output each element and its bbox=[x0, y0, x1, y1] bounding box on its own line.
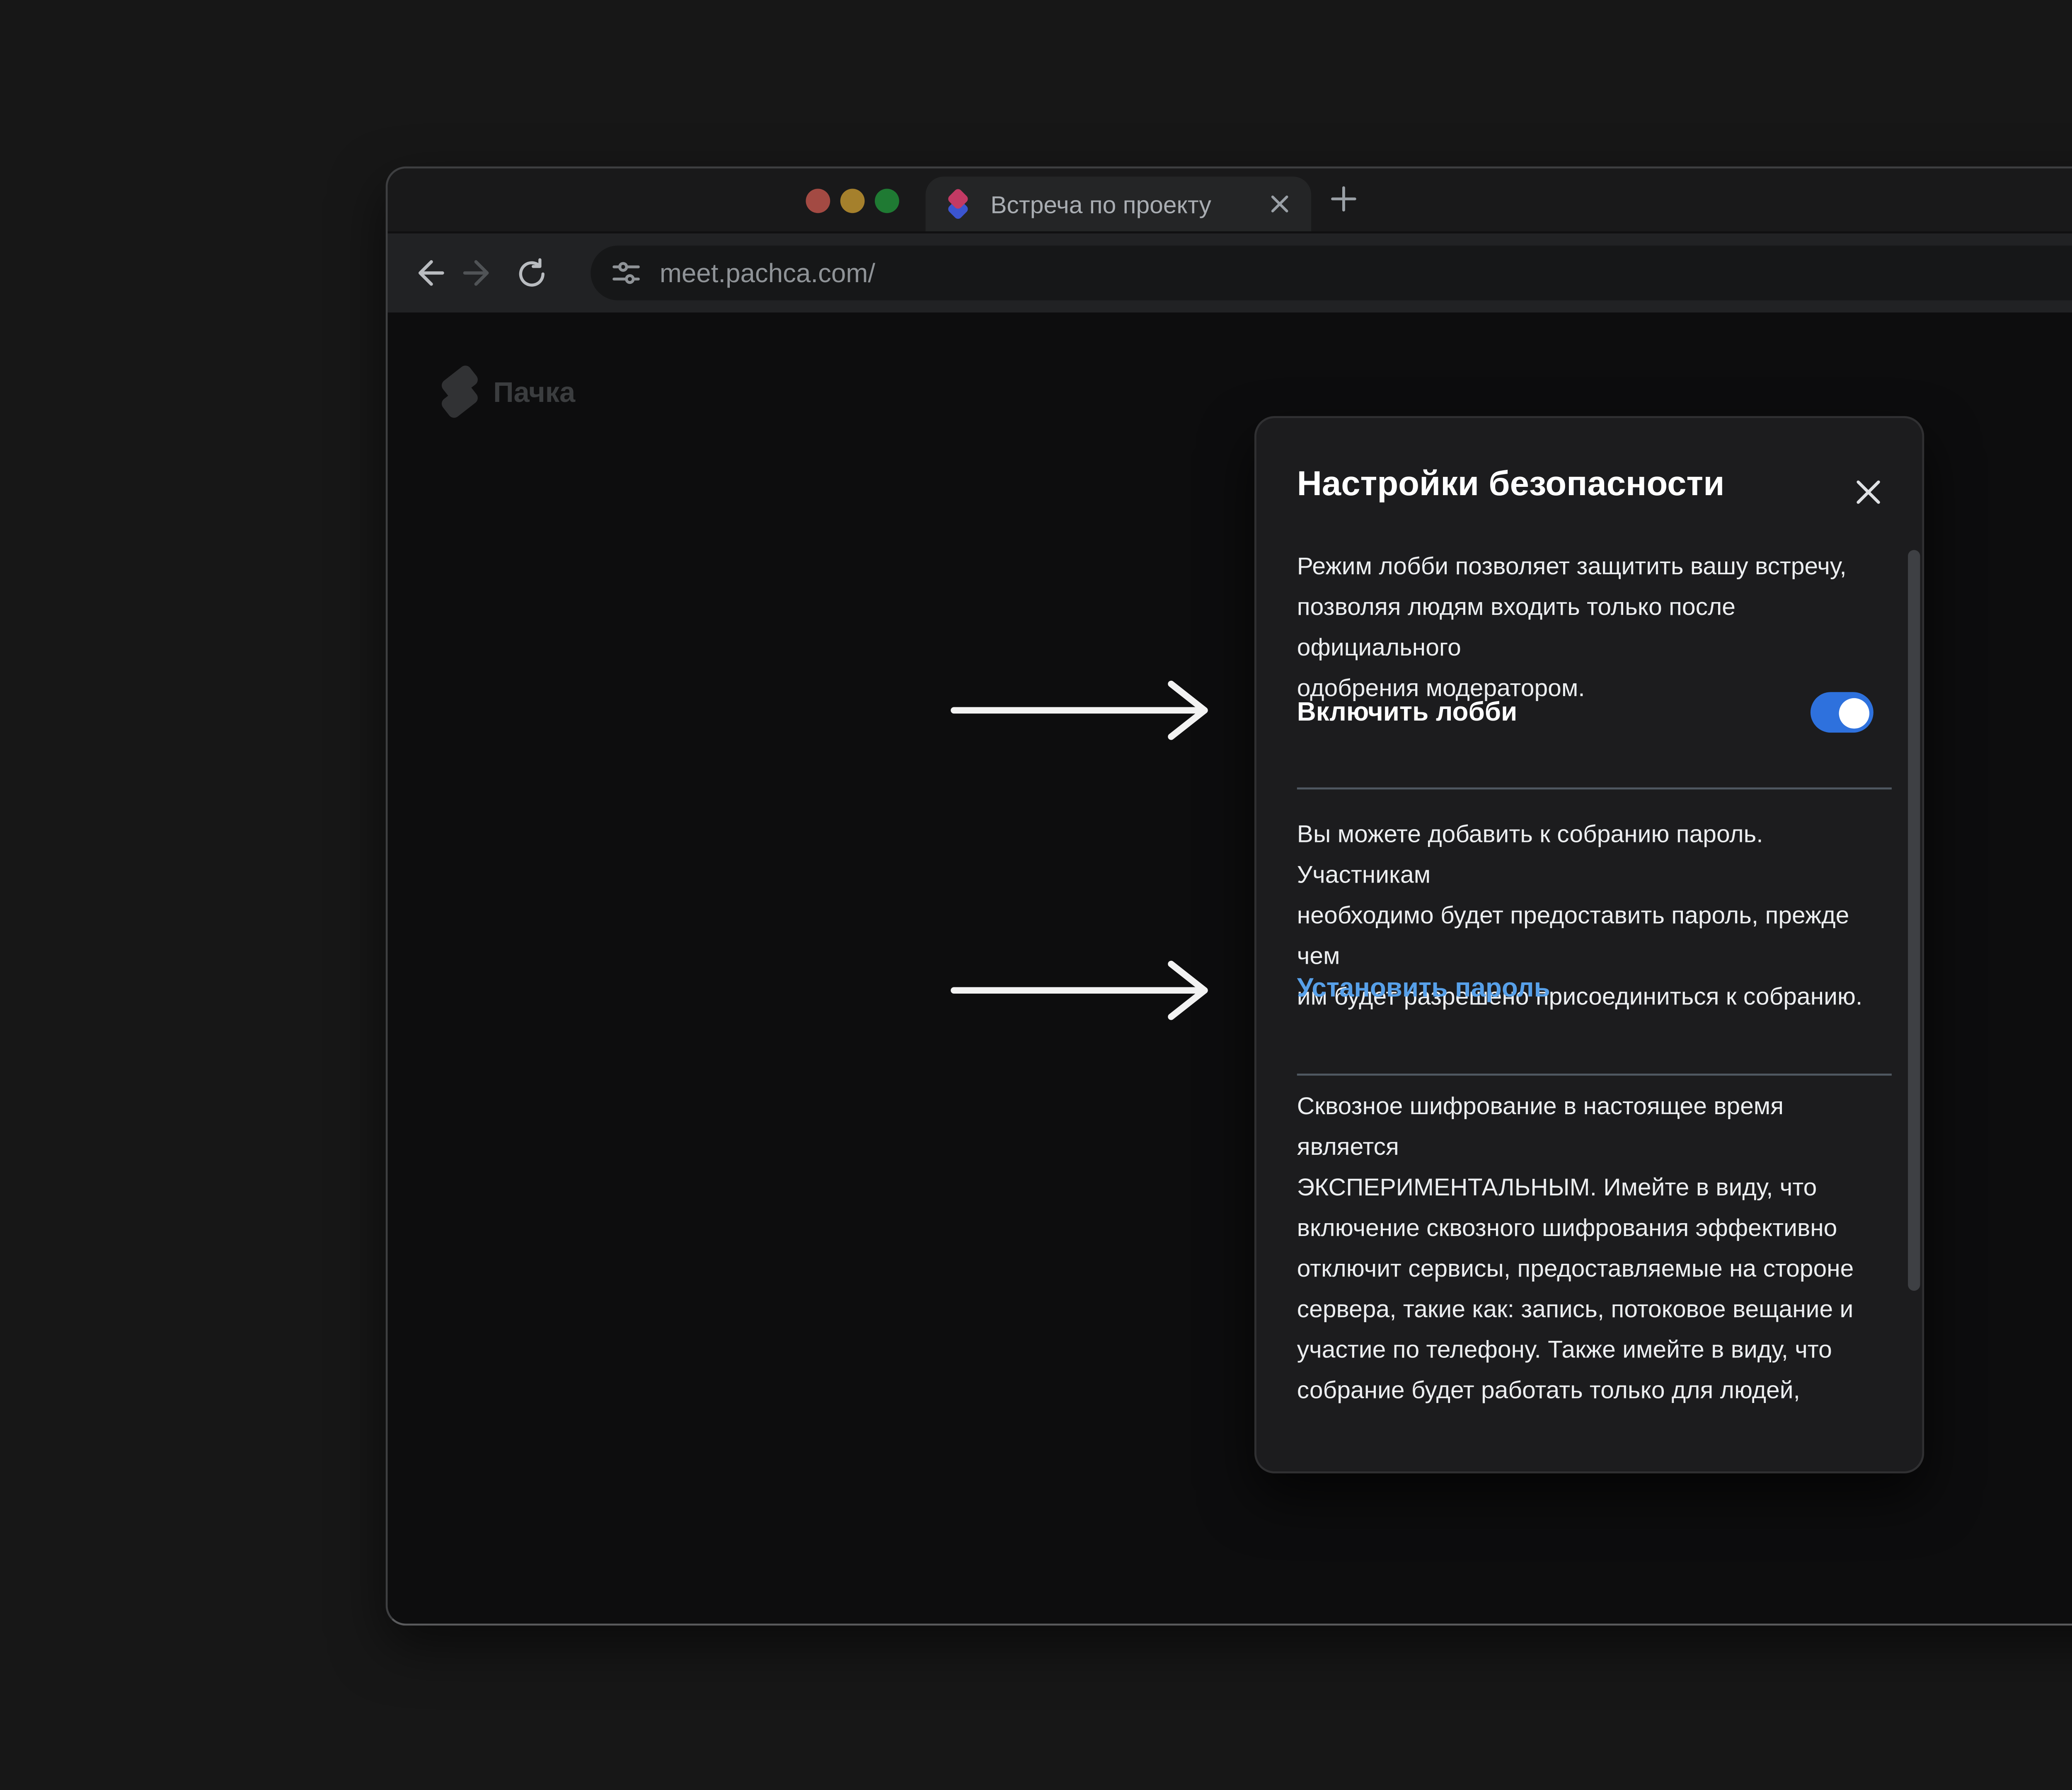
section-divider bbox=[1297, 1074, 1892, 1076]
lobby-toggle[interactable] bbox=[1811, 692, 1874, 733]
address-bar[interactable]: meet.pachca.com/ bbox=[591, 246, 2072, 300]
dialog-scroll-area: Режим лобби позволяет защитить вашу встр… bbox=[1256, 534, 1910, 1404]
lobby-toggle-label: Включить лобби bbox=[1297, 696, 1518, 726]
set-password-link[interactable]: Установить пароль bbox=[1297, 972, 1550, 1002]
back-arrow-icon bbox=[409, 256, 443, 290]
e2ee-description: Сквозное шифрование в настоящее время яв… bbox=[1256, 1086, 1849, 1404]
tab-strip: .tl{top:9.5px!important;} Встреча по про… bbox=[388, 169, 2072, 232]
dialog-close-button[interactable] bbox=[1847, 471, 1888, 511]
close-icon bbox=[1852, 476, 1882, 506]
traffic-light-zoom[interactable] bbox=[875, 188, 899, 212]
pachca-logo: Пачка bbox=[441, 368, 575, 416]
new-tab-button[interactable] bbox=[1329, 185, 1358, 213]
pachca-logo-icon bbox=[441, 368, 481, 416]
forward-button[interactable] bbox=[453, 256, 505, 290]
reload-icon bbox=[516, 257, 548, 289]
back-button[interactable] bbox=[400, 256, 453, 290]
dialog-title: Настройки безопасности bbox=[1297, 465, 1725, 506]
forward-arrow-icon bbox=[462, 256, 496, 290]
security-settings-dialog: Настройки безопасности Режим лобби позво… bbox=[1254, 416, 1924, 1473]
screenshot-root: .tl{top:9.5px!important;} Встреча по про… bbox=[0, 0, 2072, 1790]
tab-title: Встреча по проекту bbox=[990, 190, 1264, 218]
pachca-favicon-icon bbox=[942, 188, 974, 220]
traffic-light-close[interactable] bbox=[806, 188, 830, 212]
dialog-scrollbar-thumb[interactable] bbox=[1908, 550, 1919, 1291]
pachca-logo-text: Пачка bbox=[493, 375, 575, 408]
tab-active[interactable]: Встреча по проекту bbox=[925, 177, 1311, 231]
lobby-description: Режим лобби позволяет защитить вашу встр… bbox=[1256, 546, 1849, 709]
url-text: meet.pachca.com/ bbox=[660, 258, 2072, 288]
section-divider bbox=[1297, 787, 1892, 789]
lobby-toggle-row: Включить лобби bbox=[1297, 692, 1886, 733]
reload-button[interactable] bbox=[506, 257, 558, 289]
site-settings-icon[interactable] bbox=[611, 258, 641, 288]
traffic-light-minimize[interactable] bbox=[840, 188, 865, 212]
tab-close-icon[interactable] bbox=[1264, 189, 1295, 219]
toggle-knob bbox=[1838, 697, 1868, 727]
browser-toolbar: meet.pachca.com/ Incognito Relaunch to u… bbox=[388, 231, 2072, 312]
